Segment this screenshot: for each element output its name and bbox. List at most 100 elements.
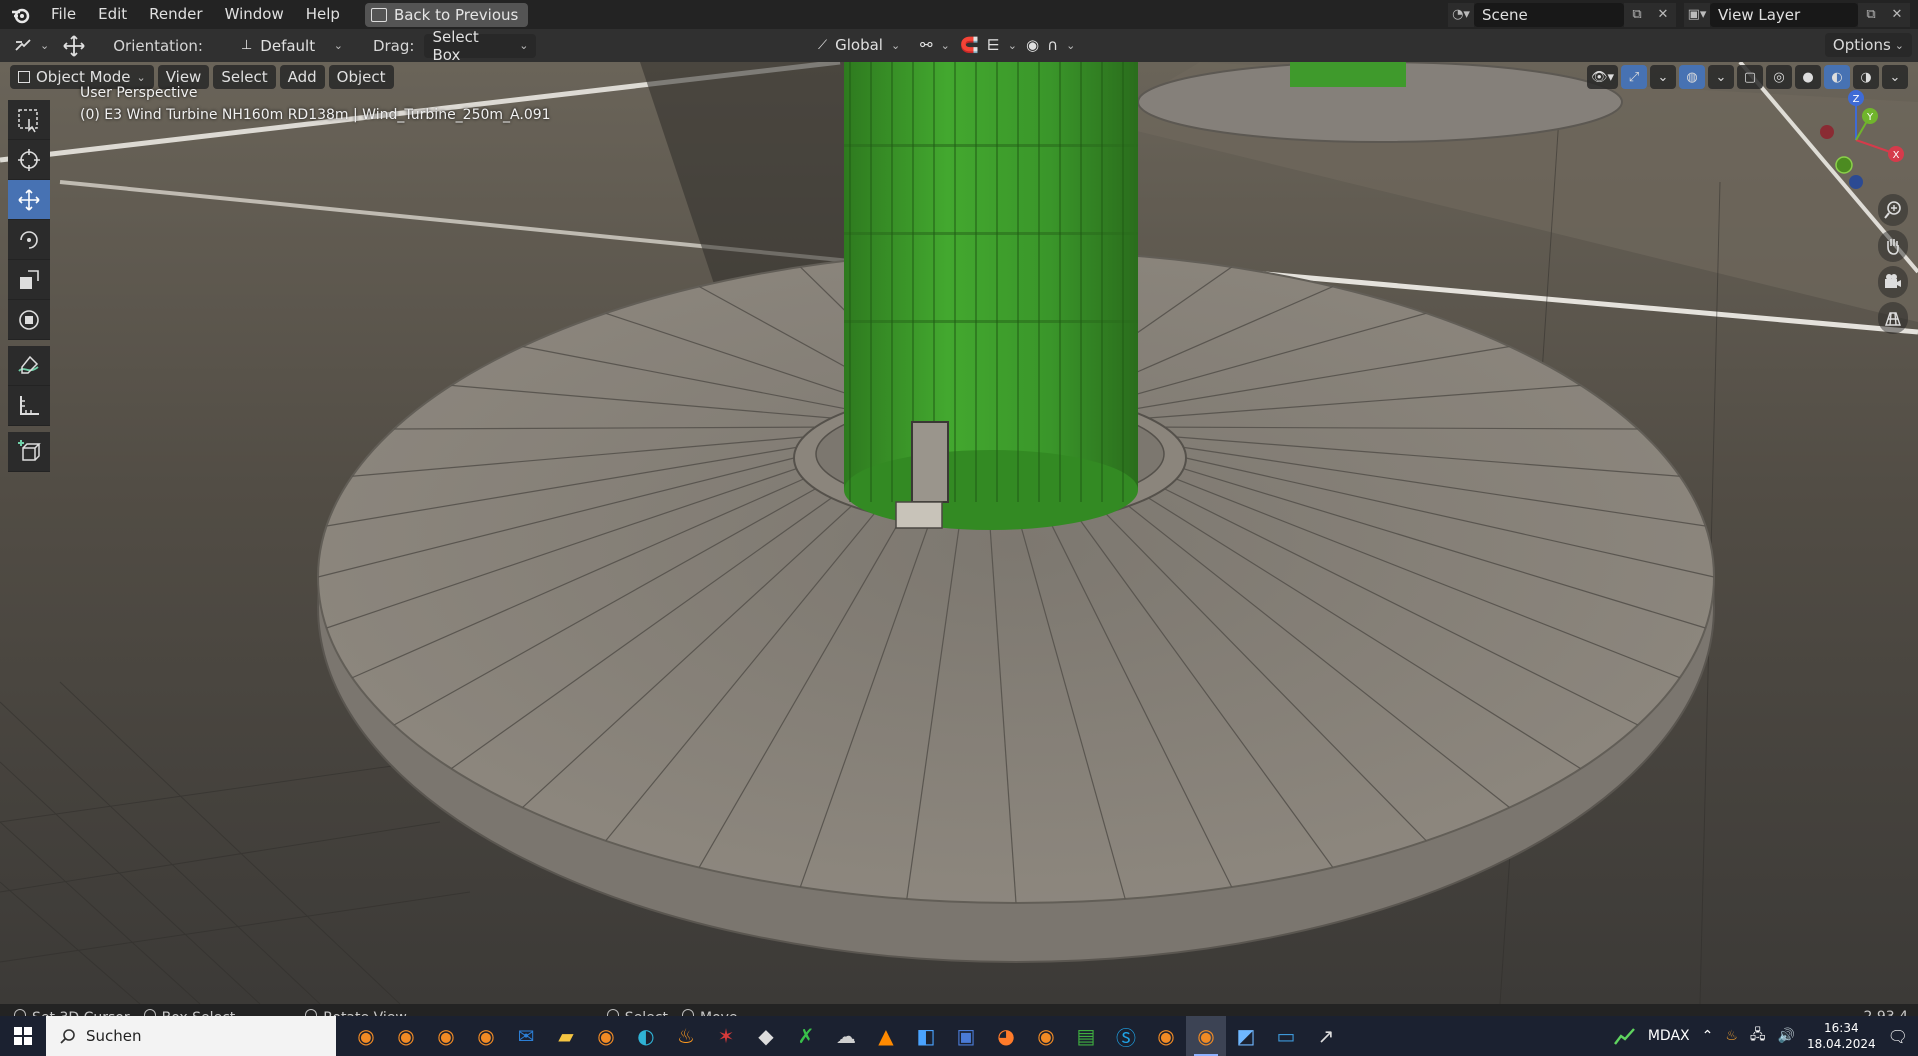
view-layer-new-icon[interactable]: ⧉ [1858, 2, 1884, 27]
zoom-icon[interactable] [1878, 194, 1908, 226]
falloff-icon[interactable]: ∩ [1047, 36, 1058, 54]
tower-band-1 [844, 144, 1138, 147]
tower-band-3 [844, 320, 1138, 323]
pan-hand-icon[interactable] [1878, 230, 1908, 262]
menu-edit[interactable]: Edit [87, 0, 138, 29]
camera-view-icon[interactable] [1878, 266, 1908, 298]
shading-solid-icon[interactable]: ● [1795, 65, 1821, 89]
firefox-icon[interactable]: ◕ [986, 1016, 1026, 1056]
taskbar-search-box[interactable]: Suchen [46, 1016, 336, 1056]
rotate-tool-icon[interactable] [8, 220, 50, 260]
visibility-eye-icon[interactable]: 👁▾ [1586, 65, 1618, 89]
xray-toggle-icon[interactable]: ▢ [1737, 65, 1763, 89]
measure-tool-icon[interactable] [8, 386, 50, 426]
view-layer-browse-icon[interactable]: ▣▾ [1684, 2, 1710, 27]
gizmo-toggle-icon[interactable]: ⤢ [1621, 65, 1647, 89]
blender-logo-icon[interactable] [0, 0, 40, 29]
drag-dropdown[interactable]: Select Box ⌄ [424, 28, 537, 64]
tray-flame-icon[interactable]: ♨ [1725, 1028, 1738, 1044]
cursor-tool-icon[interactable] [8, 140, 50, 180]
scale-tool-icon[interactable] [8, 260, 50, 300]
select-box-tool-icon[interactable] [8, 100, 50, 140]
snap-increment-icon[interactable]: ⋿ [987, 36, 1000, 54]
active-object-label: (0) E3 Wind Turbine NH160m RD138m | Wind… [80, 107, 551, 123]
app-ink-icon[interactable]: ◆ [746, 1016, 786, 1056]
add-cube-tool-icon[interactable] [8, 432, 50, 472]
move-tool-icon[interactable] [61, 33, 87, 59]
ortho-grid-icon[interactable] [1878, 302, 1908, 334]
gizmo-neg-z[interactable] [1849, 175, 1863, 189]
shading-material-icon[interactable]: ◐ [1824, 65, 1850, 89]
pivot-point-dropdown[interactable]: ⚯ ⌄ [912, 33, 958, 57]
transform-orientation-dropdown[interactable]: ⟋ Global ⌄ [810, 33, 906, 57]
blender-app-icon[interactable]: ◉ [426, 1016, 466, 1056]
taskbar-clock[interactable]: 16:34 18.04.2024 [1807, 1020, 1876, 1052]
gizmo-neg-x[interactable] [1820, 125, 1834, 139]
blender-app-active-icon[interactable]: ◉ [1186, 1016, 1226, 1056]
navigation-gizmo[interactable]: Z Y X [1806, 90, 1906, 190]
app-red-icon[interactable]: ✶ [706, 1016, 746, 1056]
scene-render[interactable] [0, 62, 1918, 1004]
app-green-x-icon[interactable]: ✗ [786, 1016, 826, 1056]
vlc-icon[interactable]: ▲ [866, 1016, 906, 1056]
overlay-toggle-icon[interactable]: ◍ [1679, 65, 1705, 89]
annotate-tool-icon[interactable] [8, 346, 50, 386]
outlook-icon[interactable]: ✉ [506, 1016, 546, 1056]
orientation-dropdown[interactable]: ⊥ Default ⌄ [233, 34, 351, 58]
back-to-previous-label: Back to Previous [393, 5, 519, 24]
windows-start-icon[interactable] [0, 1016, 46, 1056]
3d-viewport[interactable]: Object Mode ⌄ View Select Add Object 👁▾ … [0, 62, 1918, 1004]
menu-render[interactable]: Render [138, 0, 213, 29]
view-layer-field[interactable]: View Layer [1710, 2, 1858, 27]
scene-new-icon[interactable]: ⧉ [1624, 2, 1650, 27]
notification-icon[interactable]: 🗨 [1888, 1027, 1908, 1046]
blender-app-icon[interactable]: ◉ [1146, 1016, 1186, 1056]
blender-app-icon[interactable]: ◉ [586, 1016, 626, 1056]
snap-toggle-icon[interactable]: 🧲 [960, 36, 979, 54]
blender-app-icon[interactable]: ◉ [1026, 1016, 1066, 1056]
network-icon[interactable]: 🖧 [1750, 1024, 1766, 1048]
options-dropdown[interactable]: Options ⌄ [1824, 33, 1912, 57]
editor-type-dropdown[interactable]: ⌄ [6, 34, 57, 58]
clock-date: 18.04.2024 [1806, 1037, 1876, 1051]
tray-chevron-icon[interactable]: ⌃ [1702, 1028, 1714, 1044]
transform-tool-icon[interactable] [8, 300, 50, 340]
proportional-edit-icon[interactable]: ◉ [1026, 36, 1039, 54]
app-green-sheet-icon[interactable]: ▤ [1066, 1016, 1106, 1056]
gizmo-dropdown-icon[interactable]: ⌄ [1650, 65, 1676, 89]
shading-rendered-icon[interactable]: ◑ [1853, 65, 1879, 89]
scene-name-field[interactable]: Scene [1474, 2, 1624, 27]
app-blue-tile-icon[interactable]: ◩ [1226, 1016, 1266, 1056]
drag-label: Drag: [372, 36, 415, 55]
view-layer-delete-icon[interactable]: ✕ [1884, 2, 1910, 27]
save-disk-icon[interactable]: ▣ [946, 1016, 986, 1056]
shading-dropdown-icon[interactable]: ⌄ [1882, 65, 1908, 89]
stock-ticker-label[interactable]: MDAX [1648, 1028, 1690, 1044]
viewport-nav-buttons [1878, 194, 1908, 334]
menu-help[interactable]: Help [295, 0, 351, 29]
app-cloud-icon[interactable]: ☁ [826, 1016, 866, 1056]
move-tool-icon-left[interactable] [8, 180, 50, 220]
menu-file[interactable]: File [40, 0, 87, 29]
overlay-dropdown-icon[interactable]: ⌄ [1708, 65, 1734, 89]
menu-window[interactable]: Window [214, 0, 295, 29]
skype-icon[interactable]: Ⓢ [1106, 1016, 1146, 1056]
scene-browse-icon[interactable]: ◔▾ [1448, 2, 1474, 27]
view-layer-name: View Layer [1718, 5, 1801, 24]
back-to-previous-button[interactable]: Back to Previous [364, 2, 529, 27]
blender-app-icon[interactable]: ◉ [386, 1016, 426, 1056]
app-blue-icon[interactable]: ◧ [906, 1016, 946, 1056]
file-explorer-icon[interactable]: ▰ [546, 1016, 586, 1056]
gizmo-neg-y[interactable] [1835, 156, 1853, 174]
object-mode-icon [18, 71, 30, 83]
firefox-flame-icon[interactable]: ♨ [666, 1016, 706, 1056]
volume-icon[interactable]: 🔊 [1778, 1028, 1795, 1044]
blender-app-icon[interactable]: ◉ [466, 1016, 506, 1056]
app-arrow-icon[interactable]: ↗ [1306, 1016, 1346, 1056]
edge-icon[interactable]: ◐ [626, 1016, 666, 1056]
scene-delete-icon[interactable]: ✕ [1650, 2, 1676, 27]
remote-desktop-icon[interactable]: ▭ [1266, 1016, 1306, 1056]
shading-wireframe-icon[interactable]: ◎ [1766, 65, 1792, 89]
view-layer-selector: ▣▾ View Layer ⧉ ✕ [1684, 2, 1910, 27]
blender-app-icon[interactable]: ◉ [346, 1016, 386, 1056]
